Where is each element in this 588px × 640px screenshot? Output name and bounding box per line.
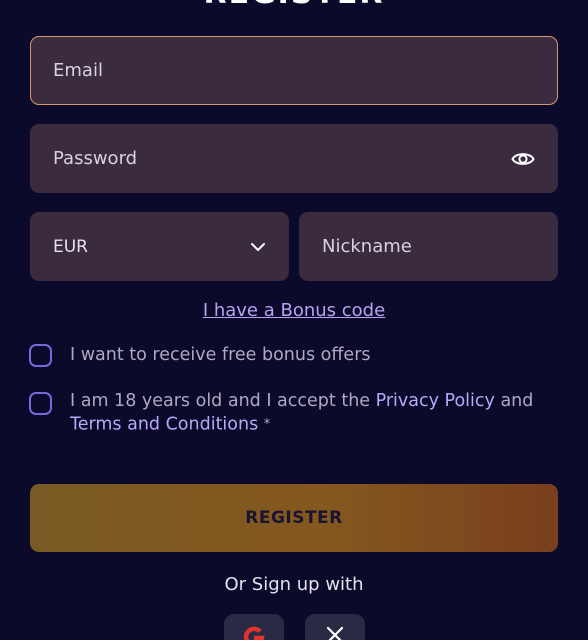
terms-conditions-link[interactable]: Terms and Conditions [70, 415, 258, 435]
bonus-offers-label: I want to receive free bonus offers [70, 345, 371, 365]
chevron-down-icon [251, 242, 265, 251]
or-signup-text: Or Sign up with [224, 574, 364, 595]
currency-value: EUR [53, 236, 88, 257]
email-field-container[interactable] [30, 36, 558, 105]
bonus-offers-checkbox[interactable] [29, 344, 52, 367]
required-mark: * [263, 417, 271, 432]
age-terms-and: and [494, 391, 534, 411]
password-input[interactable] [31, 148, 557, 169]
age-terms-prefix: I am 18 years old and I accept the [70, 391, 376, 411]
privacy-policy-link[interactable]: Privacy Policy [376, 391, 495, 411]
email-input[interactable] [31, 60, 557, 81]
google-signup-button[interactable] [224, 614, 284, 640]
bonus-offers-row: I want to receive free bonus offers [29, 344, 371, 367]
eye-icon[interactable] [511, 149, 535, 169]
age-terms-row: I am 18 years old and I accept the Priva… [29, 390, 549, 437]
x-signup-button[interactable] [305, 614, 365, 640]
nickname-field-container[interactable] [299, 212, 558, 281]
x-icon [326, 626, 344, 640]
password-field-container[interactable] [30, 124, 558, 193]
register-page: REGISTER EUR I have a Bonus code I want … [0, 0, 588, 640]
currency-select[interactable]: EUR [30, 212, 289, 281]
register-button[interactable]: REGISTER [30, 484, 558, 552]
age-terms-checkbox[interactable] [29, 392, 52, 415]
bonus-code-link[interactable]: I have a Bonus code [0, 300, 588, 321]
age-terms-label: I am 18 years old and I accept the Priva… [70, 390, 533, 437]
google-icon [243, 626, 265, 640]
page-title: REGISTER [0, 0, 588, 10]
nickname-input[interactable] [300, 236, 557, 257]
